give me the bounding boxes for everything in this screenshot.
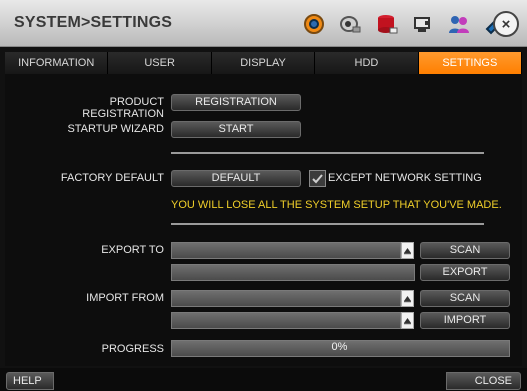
triangle-up-icon <box>404 318 411 325</box>
title-bar: SYSTEM>SETTINGS × <box>0 0 527 47</box>
close-icon[interactable]: × <box>493 11 519 37</box>
import-path-field[interactable] <box>171 312 401 329</box>
user-icon[interactable] <box>444 10 472 38</box>
default-button[interactable]: DEFAULT <box>171 170 301 187</box>
settings-tabs: INFORMATION USER DISPLAY HDD SETTINGS <box>5 52 523 76</box>
export-path-field[interactable] <box>171 264 415 281</box>
tab-display[interactable]: DISPLAY <box>211 52 316 74</box>
export-to-field[interactable] <box>171 242 401 259</box>
export-to-label: EXPORT TO <box>101 244 164 256</box>
progress-value: 0% <box>331 341 348 353</box>
network-icon[interactable] <box>408 10 436 38</box>
storage-icon[interactable] <box>372 10 400 38</box>
settings-gear-icon[interactable] <box>300 10 328 38</box>
import-button[interactable]: IMPORT <box>420 312 510 329</box>
close-button[interactable]: CLOSE <box>446 372 521 390</box>
help-button[interactable]: HELP <box>6 372 54 390</box>
divider <box>171 152 484 154</box>
triangle-up-icon <box>404 248 411 255</box>
toolbar-icons <box>300 9 508 39</box>
import-from-field[interactable] <box>171 290 401 307</box>
startup-wizard-label: STARTUP WIZARD <box>67 123 164 135</box>
import-from-dropdown[interactable] <box>401 290 414 307</box>
tab-settings[interactable]: SETTINGS <box>418 52 523 74</box>
import-from-label: IMPORT FROM <box>86 292 164 304</box>
factory-default-label: FACTORY DEFAULT <box>60 172 164 184</box>
check-icon <box>312 174 323 184</box>
scan-export-button[interactable]: SCAN <box>420 242 510 259</box>
tab-user[interactable]: USER <box>108 52 212 74</box>
except-network-label: EXCEPT NETWORK SETTING <box>328 172 482 184</box>
window-title: SYSTEM>SETTINGS <box>14 14 173 31</box>
warning-text: YOU WILL LOSE ALL THE SYSTEM SETUP THAT … <box>171 199 502 211</box>
scan-import-button[interactable]: SCAN <box>420 290 510 307</box>
divider <box>171 223 484 225</box>
start-button[interactable]: START <box>171 121 301 138</box>
tab-hdd[interactable]: HDD <box>315 52 419 74</box>
tab-information[interactable]: INFORMATION <box>5 52 109 74</box>
triangle-up-icon <box>404 296 411 303</box>
except-network-checkbox[interactable] <box>309 170 326 187</box>
camera-icon[interactable] <box>336 10 364 38</box>
progress-label: PROGRESS <box>101 343 164 355</box>
settings-window: SYSTEM>SETTINGS × INFORMATION USER DISPL… <box>0 0 527 391</box>
export-button[interactable]: EXPORT <box>420 264 510 281</box>
import-path-dropdown[interactable] <box>401 312 414 329</box>
registration-button[interactable]: REGISTRATION <box>171 94 301 111</box>
export-to-dropdown[interactable] <box>401 242 414 259</box>
product-registration-label: PRODUCT REGISTRATION <box>82 96 164 120</box>
